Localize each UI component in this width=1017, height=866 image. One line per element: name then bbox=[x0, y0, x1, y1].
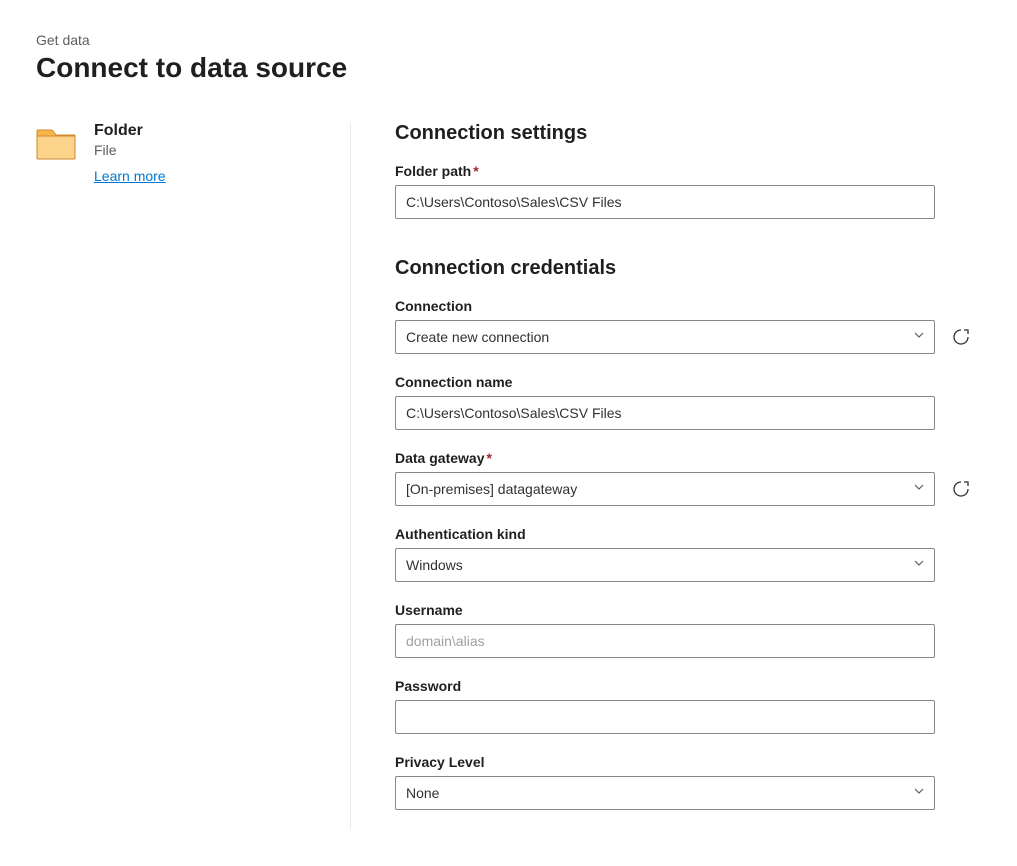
data-gateway-select-value: [On-premises] datagateway bbox=[406, 481, 577, 497]
folder-icon bbox=[36, 128, 76, 160]
connection-name-input[interactable] bbox=[395, 396, 935, 430]
connection-name-label: Connection name bbox=[395, 374, 973, 390]
breadcrumb: Get data bbox=[36, 32, 981, 48]
folder-path-input[interactable] bbox=[395, 185, 935, 219]
data-gateway-refresh-button[interactable] bbox=[949, 477, 973, 501]
page-title: Connect to data source bbox=[36, 52, 981, 84]
source-panel: Folder File Learn more bbox=[36, 122, 351, 830]
learn-more-link[interactable]: Learn more bbox=[94, 168, 166, 184]
source-title: Folder bbox=[94, 122, 166, 140]
data-gateway-label: Data gateway* bbox=[395, 450, 973, 466]
privacy-level-select[interactable]: None bbox=[395, 776, 935, 810]
connection-select-value: Create new connection bbox=[406, 329, 549, 345]
data-gateway-label-text: Data gateway bbox=[395, 450, 484, 466]
required-indicator: * bbox=[473, 163, 478, 179]
refresh-icon bbox=[951, 327, 971, 347]
required-indicator: * bbox=[486, 450, 491, 466]
section-connection-credentials: Connection credentials bbox=[395, 257, 973, 280]
password-input[interactable] bbox=[395, 700, 935, 734]
connection-label: Connection bbox=[395, 298, 973, 314]
section-connection-settings: Connection settings bbox=[395, 122, 973, 145]
source-kind: File bbox=[94, 142, 166, 158]
connection-refresh-button[interactable] bbox=[949, 325, 973, 349]
auth-kind-label: Authentication kind bbox=[395, 526, 973, 542]
auth-kind-select-value: Windows bbox=[406, 557, 463, 573]
data-gateway-select[interactable]: [On-premises] datagateway bbox=[395, 472, 935, 506]
username-input[interactable] bbox=[395, 624, 935, 658]
auth-kind-select[interactable]: Windows bbox=[395, 548, 935, 582]
refresh-icon bbox=[951, 479, 971, 499]
folder-path-label: Folder path* bbox=[395, 163, 973, 179]
privacy-level-label: Privacy Level bbox=[395, 754, 973, 770]
password-label: Password bbox=[395, 678, 973, 694]
folder-path-label-text: Folder path bbox=[395, 163, 471, 179]
privacy-level-select-value: None bbox=[406, 785, 439, 801]
connection-select[interactable]: Create new connection bbox=[395, 320, 935, 354]
username-label: Username bbox=[395, 602, 973, 618]
